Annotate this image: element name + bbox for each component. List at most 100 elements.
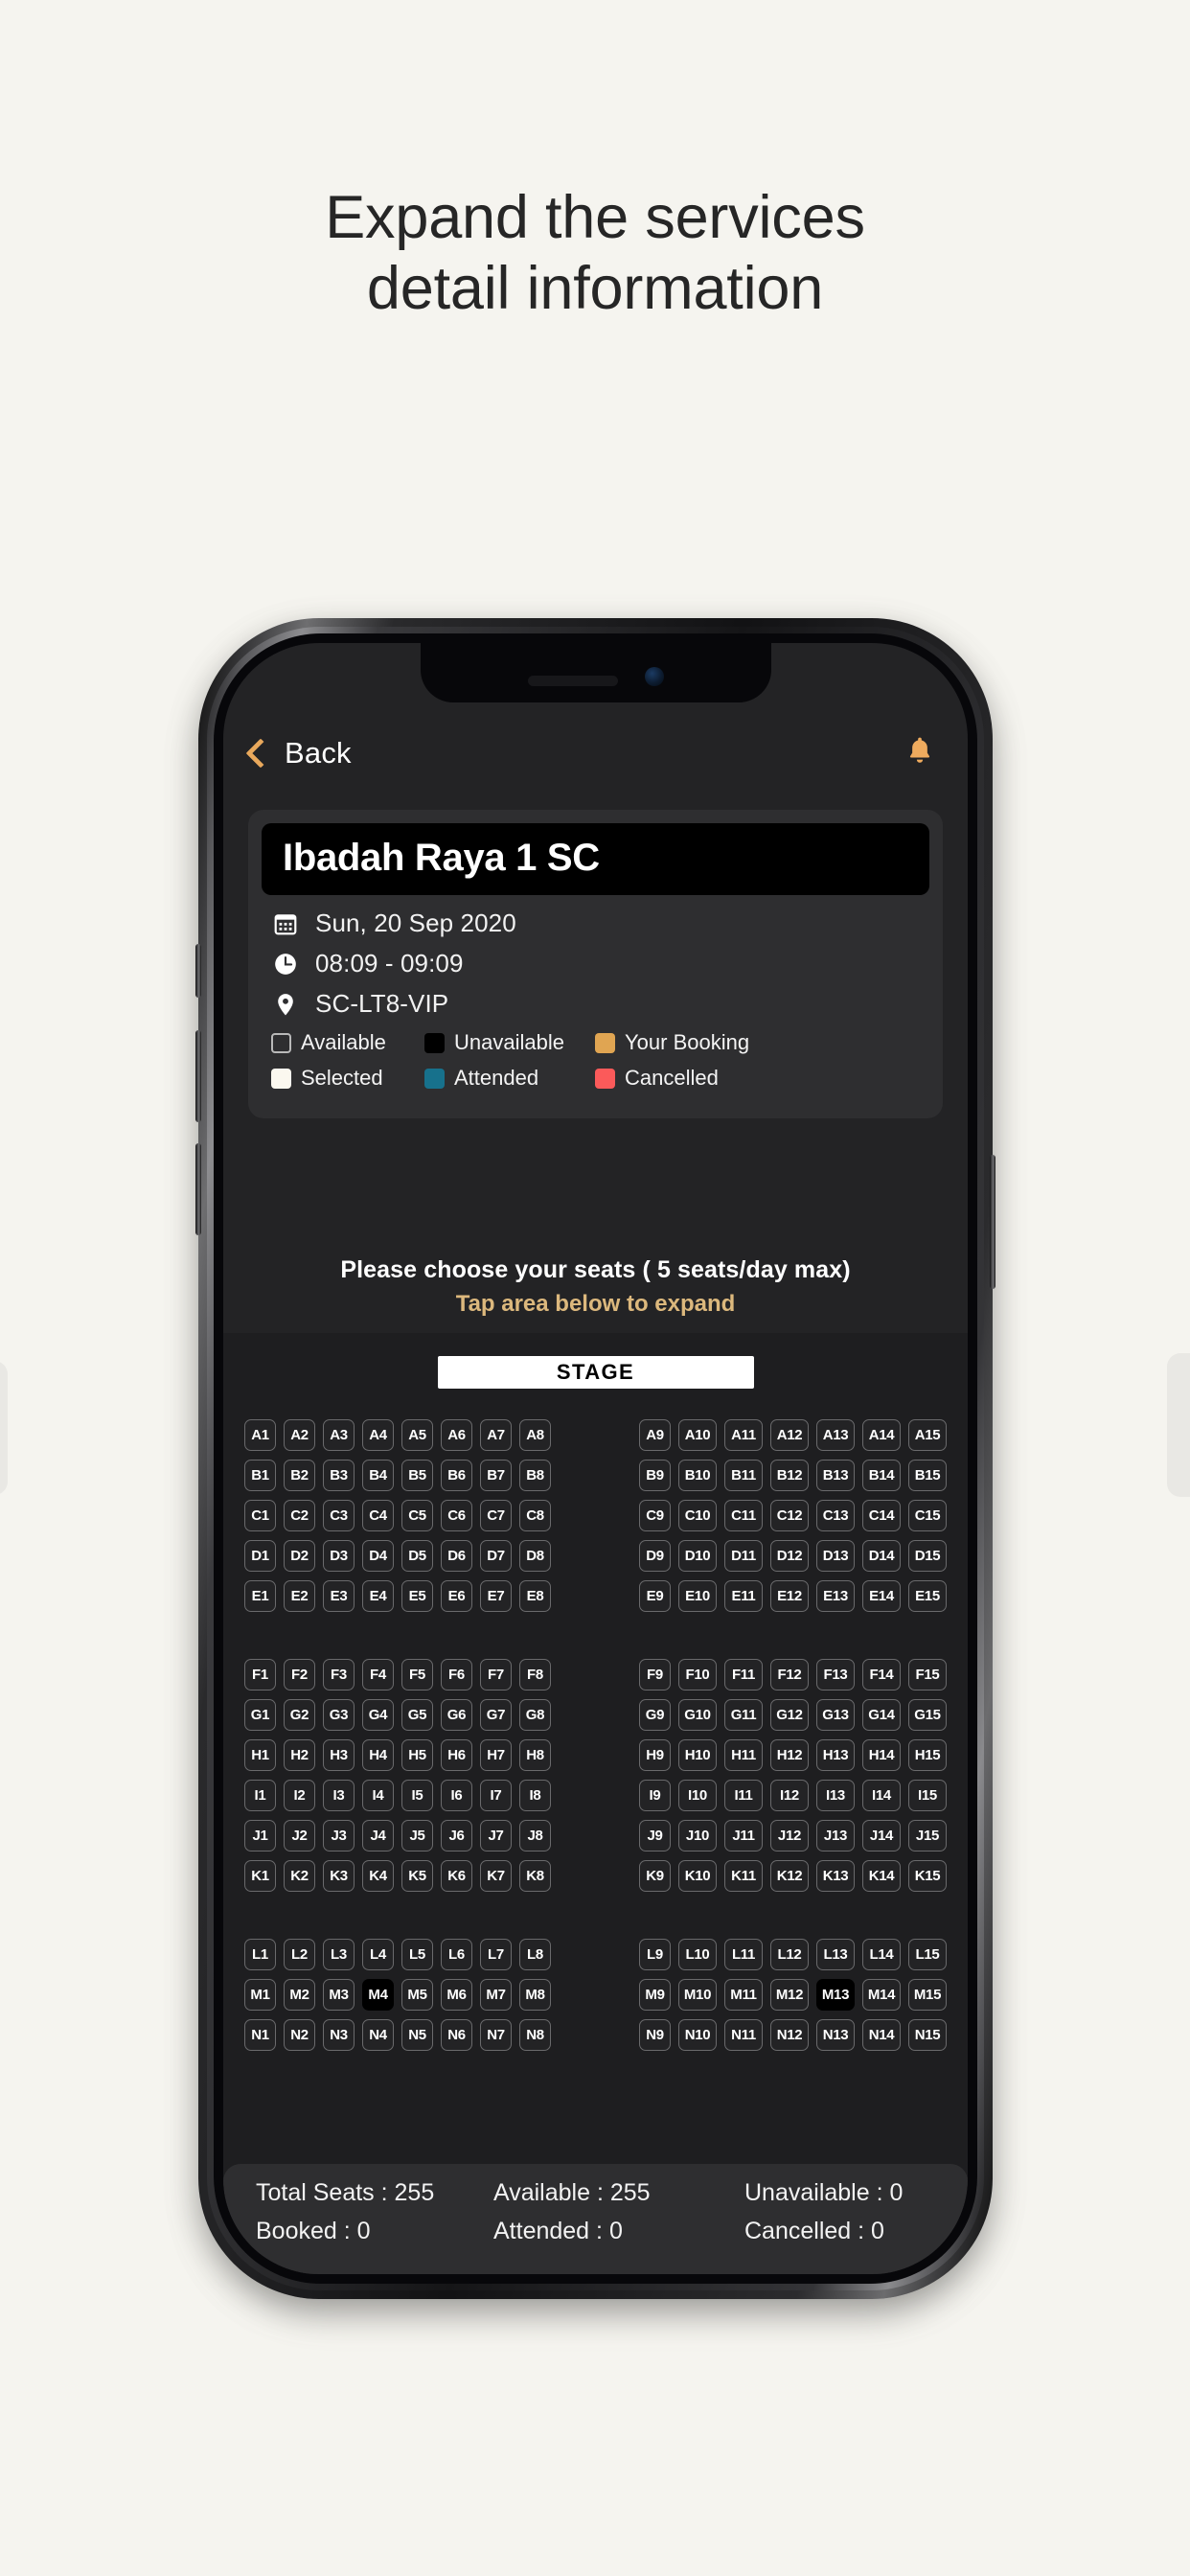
seat-n1[interactable]: N1 <box>244 2019 276 2051</box>
seat-instruction-expand-hint[interactable]: Tap area below to expand <box>223 1291 968 1318</box>
seat-n8[interactable]: N8 <box>519 2019 551 2051</box>
back-button[interactable]: Back <box>245 736 352 770</box>
seat-i13[interactable]: I13 <box>816 1780 855 1811</box>
seat-d2[interactable]: D2 <box>284 1540 315 1572</box>
seat-d13[interactable]: D13 <box>816 1540 855 1572</box>
notification-bell-button[interactable] <box>904 735 935 772</box>
seat-e14[interactable]: E14 <box>862 1580 901 1612</box>
seat-c15[interactable]: C15 <box>908 1500 947 1531</box>
seat-d4[interactable]: D4 <box>362 1540 394 1572</box>
seat-f10[interactable]: F10 <box>678 1659 717 1690</box>
seat-b6[interactable]: B6 <box>441 1460 472 1491</box>
seat-g8[interactable]: G8 <box>519 1699 551 1731</box>
seat-f14[interactable]: F14 <box>862 1659 901 1690</box>
seat-e8[interactable]: E8 <box>519 1580 551 1612</box>
seat-h11[interactable]: H11 <box>724 1739 763 1771</box>
seat-j8[interactable]: J8 <box>519 1820 551 1852</box>
seat-b9[interactable]: B9 <box>639 1460 671 1491</box>
seat-h2[interactable]: H2 <box>284 1739 315 1771</box>
seat-d8[interactable]: D8 <box>519 1540 551 1572</box>
seat-e4[interactable]: E4 <box>362 1580 394 1612</box>
seat-a1[interactable]: A1 <box>244 1419 276 1451</box>
seat-n13[interactable]: N13 <box>816 2019 855 2051</box>
seat-n4[interactable]: N4 <box>362 2019 394 2051</box>
mute-switch[interactable] <box>195 944 201 998</box>
seat-g15[interactable]: G15 <box>908 1699 947 1731</box>
seat-l5[interactable]: L5 <box>401 1939 433 1970</box>
seat-m6[interactable]: M6 <box>441 1979 472 2011</box>
seat-k11[interactable]: K11 <box>724 1860 763 1892</box>
seat-l4[interactable]: L4 <box>362 1939 394 1970</box>
seat-d1[interactable]: D1 <box>244 1540 276 1572</box>
seat-c10[interactable]: C10 <box>678 1500 717 1531</box>
seat-b3[interactable]: B3 <box>323 1460 355 1491</box>
seat-j9[interactable]: J9 <box>639 1820 671 1852</box>
seat-a11[interactable]: A11 <box>724 1419 763 1451</box>
seat-n3[interactable]: N3 <box>323 2019 355 2051</box>
seat-b11[interactable]: B11 <box>724 1460 763 1491</box>
seat-b14[interactable]: B14 <box>862 1460 901 1491</box>
seat-a7[interactable]: A7 <box>480 1419 512 1451</box>
seat-a13[interactable]: A13 <box>816 1419 855 1451</box>
seat-a9[interactable]: A9 <box>639 1419 671 1451</box>
seat-j1[interactable]: J1 <box>244 1820 276 1852</box>
seat-i6[interactable]: I6 <box>441 1780 472 1811</box>
seat-k3[interactable]: K3 <box>323 1860 355 1892</box>
seat-h14[interactable]: H14 <box>862 1739 901 1771</box>
seat-l10[interactable]: L10 <box>678 1939 717 1970</box>
seat-i3[interactable]: I3 <box>323 1780 355 1811</box>
seat-a6[interactable]: A6 <box>441 1419 472 1451</box>
seat-m5[interactable]: M5 <box>401 1979 433 2011</box>
seat-d5[interactable]: D5 <box>401 1540 433 1572</box>
seat-e6[interactable]: E6 <box>441 1580 472 1612</box>
seat-a14[interactable]: A14 <box>862 1419 901 1451</box>
seat-f11[interactable]: F11 <box>724 1659 763 1690</box>
seat-a8[interactable]: A8 <box>519 1419 551 1451</box>
seat-k15[interactable]: K15 <box>908 1860 947 1892</box>
seat-i5[interactable]: I5 <box>401 1780 433 1811</box>
seat-n7[interactable]: N7 <box>480 2019 512 2051</box>
seat-b13[interactable]: B13 <box>816 1460 855 1491</box>
seat-a15[interactable]: A15 <box>908 1419 947 1451</box>
seat-j14[interactable]: J14 <box>862 1820 901 1852</box>
seat-l1[interactable]: L1 <box>244 1939 276 1970</box>
seat-e9[interactable]: E9 <box>639 1580 671 1612</box>
seat-n2[interactable]: N2 <box>284 2019 315 2051</box>
seat-b2[interactable]: B2 <box>284 1460 315 1491</box>
seat-m4[interactable]: M4 <box>362 1979 394 2011</box>
seat-n6[interactable]: N6 <box>441 2019 472 2051</box>
seat-g4[interactable]: G4 <box>362 1699 394 1731</box>
seat-f9[interactable]: F9 <box>639 1659 671 1690</box>
seat-k7[interactable]: K7 <box>480 1860 512 1892</box>
seat-m2[interactable]: M2 <box>284 1979 315 2011</box>
seat-j5[interactable]: J5 <box>401 1820 433 1852</box>
seat-a10[interactable]: A10 <box>678 1419 717 1451</box>
seat-c4[interactable]: C4 <box>362 1500 394 1531</box>
volume-down-button[interactable] <box>195 1143 201 1235</box>
seat-e11[interactable]: E11 <box>724 1580 763 1612</box>
seat-j15[interactable]: J15 <box>908 1820 947 1852</box>
seat-g2[interactable]: G2 <box>284 1699 315 1731</box>
seat-a4[interactable]: A4 <box>362 1419 394 1451</box>
seat-g3[interactable]: G3 <box>323 1699 355 1731</box>
seat-j3[interactable]: J3 <box>323 1820 355 1852</box>
seat-f4[interactable]: F4 <box>362 1659 394 1690</box>
seat-f3[interactable]: F3 <box>323 1659 355 1690</box>
seat-i8[interactable]: I8 <box>519 1780 551 1811</box>
seat-i2[interactable]: I2 <box>284 1780 315 1811</box>
seat-n5[interactable]: N5 <box>401 2019 433 2051</box>
seat-g5[interactable]: G5 <box>401 1699 433 1731</box>
seat-k5[interactable]: K5 <box>401 1860 433 1892</box>
seat-c3[interactable]: C3 <box>323 1500 355 1531</box>
seat-b8[interactable]: B8 <box>519 1460 551 1491</box>
seat-m7[interactable]: M7 <box>480 1979 512 2011</box>
seat-h9[interactable]: H9 <box>639 1739 671 1771</box>
seat-k12[interactable]: K12 <box>770 1860 809 1892</box>
seat-c6[interactable]: C6 <box>441 1500 472 1531</box>
seat-g6[interactable]: G6 <box>441 1699 472 1731</box>
seat-g9[interactable]: G9 <box>639 1699 671 1731</box>
seat-a5[interactable]: A5 <box>401 1419 433 1451</box>
seat-g13[interactable]: G13 <box>816 1699 855 1731</box>
seat-e10[interactable]: E10 <box>678 1580 717 1612</box>
seat-g12[interactable]: G12 <box>770 1699 809 1731</box>
